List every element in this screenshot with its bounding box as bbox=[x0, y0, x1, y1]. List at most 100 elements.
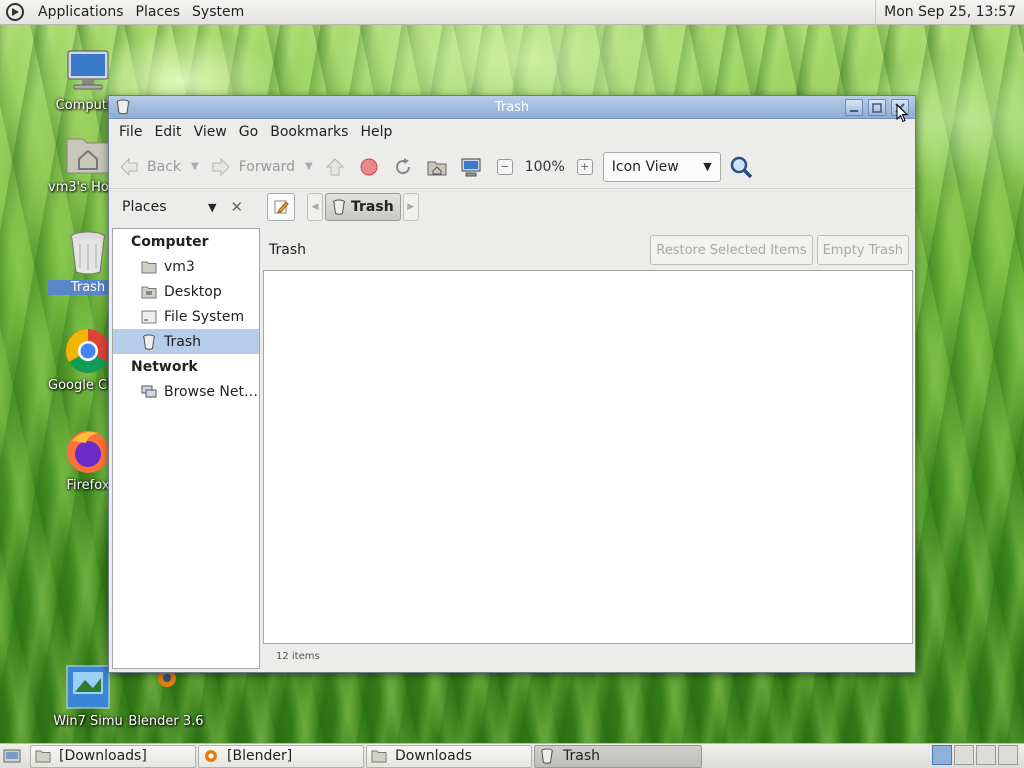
sidebar-heading-network: Network bbox=[131, 358, 198, 375]
chrome-icon bbox=[63, 326, 113, 376]
empty-trash-button[interactable]: Empty Trash bbox=[816, 235, 909, 265]
forward-button[interactable]: Forward bbox=[209, 155, 295, 179]
sidebar-item-label: Browse Net… bbox=[164, 383, 259, 400]
desktop-icon-label: Win7 Simu bbox=[53, 714, 123, 729]
sidebar-item-vm3[interactable]: vm3 bbox=[113, 254, 259, 279]
breadcrumb-trash[interactable]: Trash bbox=[325, 193, 401, 221]
forward-label: Forward bbox=[238, 158, 296, 175]
taskbar-item-downloads-bracket[interactable]: [Downloads] bbox=[30, 744, 196, 768]
drive-icon bbox=[141, 309, 157, 325]
sidebar-item-file-system[interactable]: File System bbox=[113, 304, 259, 329]
trash-icon bbox=[63, 228, 113, 278]
dropdown-arrow-icon[interactable]: ▼ bbox=[208, 201, 216, 214]
clock[interactable]: Mon Sep 25, 13:57 bbox=[875, 0, 1024, 24]
zoom-in-button[interactable]: + bbox=[576, 158, 593, 175]
reload-icon[interactable] bbox=[391, 155, 415, 179]
menu-bookmarks[interactable]: Bookmarks bbox=[264, 124, 354, 140]
places-sidebar: Computer vm3 Desktop File System Trash N… bbox=[112, 228, 260, 669]
folder-icon bbox=[35, 748, 51, 764]
network-icon bbox=[141, 384, 157, 400]
sidebar-item-desktop[interactable]: Desktop bbox=[113, 279, 259, 304]
sidebar-item-label: vm3 bbox=[164, 258, 195, 275]
firefox-icon bbox=[63, 426, 113, 476]
sidebar-item-label: File System bbox=[164, 308, 245, 325]
window-titlebar[interactable]: Trash bbox=[109, 96, 915, 119]
location-edit-button[interactable] bbox=[267, 193, 295, 221]
location-bar: ◀ Trash ▶ bbox=[267, 192, 419, 222]
distro-logo-icon[interactable] bbox=[4, 1, 26, 23]
up-arrow-icon[interactable] bbox=[323, 155, 347, 179]
home-folder-icon bbox=[141, 259, 157, 275]
toolbar: Back ▼ Forward ▼ − 100% + Icon View ▼ bbox=[109, 145, 915, 189]
trash-bar-title: Trash bbox=[269, 242, 306, 258]
zoom-out-button[interactable]: − bbox=[496, 158, 513, 175]
computer-icon bbox=[63, 46, 113, 96]
task-label: Trash bbox=[563, 748, 600, 764]
back-label: Back bbox=[147, 158, 181, 175]
menu-file[interactable]: File bbox=[113, 124, 148, 140]
trash-icon bbox=[115, 99, 131, 115]
restore-selected-button[interactable]: Restore Selected Items bbox=[650, 235, 813, 265]
applications-menu[interactable]: Applications bbox=[32, 4, 130, 20]
minimize-button[interactable] bbox=[845, 99, 863, 116]
close-sidebar-icon[interactable]: ✕ bbox=[230, 198, 243, 216]
trash-window: Trash File Edit View Go Bookmarks Help B… bbox=[108, 95, 916, 673]
maximize-button[interactable] bbox=[868, 99, 886, 116]
bottom-panel: [Downloads] [Blender] Downloads Trash bbox=[0, 743, 1024, 768]
places-menu[interactable]: Places bbox=[130, 4, 187, 20]
trash-icon bbox=[141, 334, 157, 350]
workspace-4[interactable] bbox=[998, 745, 1018, 765]
forward-history-chevron-icon[interactable]: ▼ bbox=[305, 161, 313, 172]
view-mode-select[interactable]: Icon View ▼ bbox=[602, 151, 721, 182]
workspace-3[interactable] bbox=[976, 745, 996, 765]
task-label: [Blender] bbox=[227, 748, 293, 764]
sidebar-item-browse-network[interactable]: Browse Net… bbox=[113, 379, 259, 404]
task-label: [Downloads] bbox=[59, 748, 147, 764]
home-folder-icon bbox=[63, 128, 113, 178]
file-view-area[interactable] bbox=[263, 270, 913, 644]
pencil-icon bbox=[274, 200, 289, 214]
window-title: Trash bbox=[494, 99, 530, 115]
menu-bar: File Edit View Go Bookmarks Help bbox=[109, 119, 915, 145]
desktop-icon-label: Blender 3.6 bbox=[128, 714, 204, 729]
dropdown-arrow-icon: ▼ bbox=[703, 160, 712, 173]
search-icon[interactable] bbox=[729, 155, 753, 179]
home-icon[interactable] bbox=[425, 155, 449, 179]
crumb-left-arrow-icon[interactable]: ◀ bbox=[307, 193, 323, 221]
breadcrumb-label: Trash bbox=[351, 199, 394, 215]
computer-icon[interactable] bbox=[459, 155, 483, 179]
crumb-right-arrow-icon[interactable]: ▶ bbox=[402, 193, 419, 221]
workspace-2[interactable] bbox=[954, 745, 974, 765]
trash-info-bar: Trash Restore Selected Items Empty Trash bbox=[263, 231, 909, 269]
menu-edit[interactable]: Edit bbox=[148, 124, 187, 140]
sidebar-item-label: Desktop bbox=[164, 283, 222, 300]
sidebar-item-trash[interactable]: Trash bbox=[113, 329, 259, 354]
menu-go[interactable]: Go bbox=[233, 124, 264, 140]
back-history-chevron-icon[interactable]: ▼ bbox=[191, 161, 199, 172]
sidebar-item-label: Trash bbox=[164, 333, 201, 350]
sidebar-heading-computer: Computer bbox=[131, 233, 209, 250]
taskbar-item-downloads[interactable]: Downloads bbox=[366, 744, 532, 768]
blender-icon bbox=[203, 748, 219, 764]
win7-icon bbox=[63, 662, 113, 712]
workspace-1[interactable] bbox=[932, 745, 952, 765]
trash-icon bbox=[539, 748, 555, 764]
system-menu[interactable]: System bbox=[186, 4, 250, 20]
forward-arrow-icon bbox=[209, 155, 233, 179]
top-panel: Applications Places System Mon Sep 25, 1… bbox=[0, 0, 1024, 25]
workspace-switcher bbox=[930, 745, 1018, 765]
view-mode-value: Icon View bbox=[611, 158, 679, 175]
zoom-level: 100% bbox=[524, 158, 565, 175]
menu-help[interactable]: Help bbox=[354, 124, 398, 140]
taskbar-item-trash[interactable]: Trash bbox=[534, 744, 702, 768]
taskbar-item-blender[interactable]: [Blender] bbox=[198, 744, 364, 768]
back-arrow-icon bbox=[117, 155, 141, 179]
task-label: Downloads bbox=[395, 748, 472, 764]
show-desktop-icon[interactable] bbox=[0, 745, 24, 767]
menu-view[interactable]: View bbox=[188, 124, 233, 140]
sidebar-selector[interactable]: Places ▼ ✕ bbox=[113, 192, 259, 222]
mouse-cursor-icon bbox=[896, 103, 909, 127]
back-button[interactable]: Back bbox=[117, 155, 181, 179]
status-bar: 12 items bbox=[276, 651, 320, 662]
stop-icon[interactable] bbox=[357, 155, 381, 179]
